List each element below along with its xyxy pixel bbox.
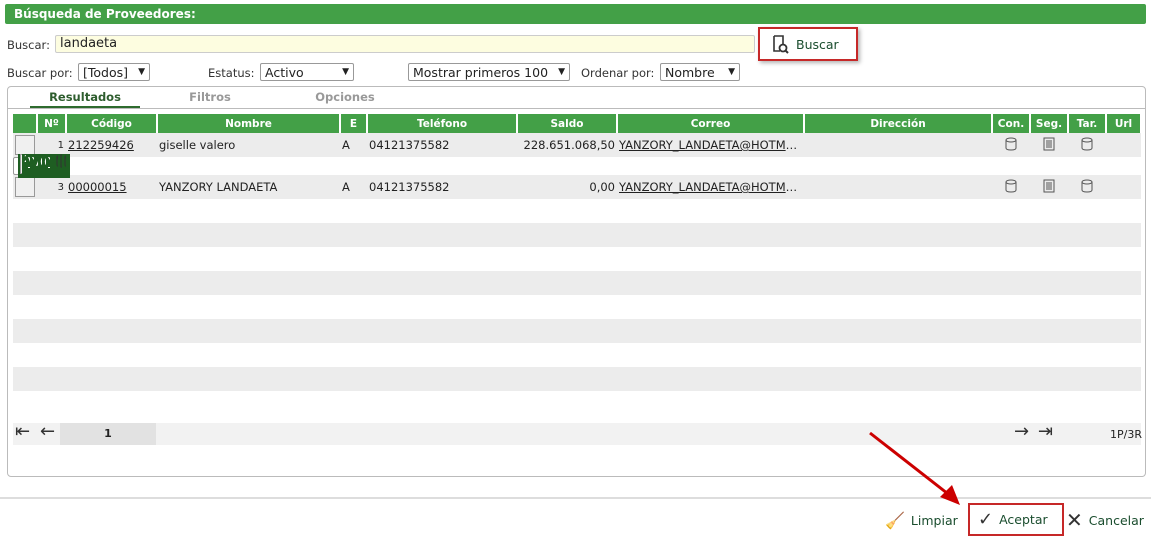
search-button[interactable]: Buscar xyxy=(758,27,858,61)
check-icon: ✓ xyxy=(978,509,994,530)
empty-row xyxy=(13,319,1141,343)
aceptar-label: Aceptar xyxy=(999,512,1048,527)
direccion-cell xyxy=(804,175,992,199)
search-button-label: Buscar xyxy=(796,36,839,52)
codigo-cell[interactable]: 212259426 xyxy=(66,133,157,157)
col-telefono[interactable]: Teléfono xyxy=(367,114,518,133)
tab-resultados[interactable]: Resultados xyxy=(30,90,140,109)
chevron-down-icon: ▼ xyxy=(558,67,565,77)
table-row[interactable]: 1 212259426 giselle valero A 04121375582… xyxy=(13,133,1141,157)
row-checkbox[interactable] xyxy=(13,175,37,199)
table-row[interactable]: 2 V23801450 YANZORY LANDAETA A 041213755… xyxy=(13,154,70,178)
col-select xyxy=(13,114,38,133)
codigo-cell[interactable]: 00000015 xyxy=(66,175,157,199)
empty-row xyxy=(13,247,1141,271)
chevron-down-icon: ▼ xyxy=(138,67,145,77)
empty-row xyxy=(13,391,1141,415)
search-input[interactable]: landaeta xyxy=(55,35,755,53)
col-codigo[interactable]: Código xyxy=(66,114,158,133)
col-nombre[interactable]: Nombre xyxy=(157,114,341,133)
url-cell xyxy=(1106,175,1141,199)
cancelar-button[interactable]: ✕ Cancelar xyxy=(1066,505,1144,535)
nombre-cell: giselle valero xyxy=(157,133,340,157)
saldo-cell: 228.651.068,50 xyxy=(517,133,617,157)
col-direccion[interactable]: Dirección xyxy=(804,114,993,133)
correo-cell[interactable]: YANZORY_LANDAETA@HOTMAI... xyxy=(617,133,804,157)
search-document-icon xyxy=(773,35,789,54)
table-header: Nº Código Nombre E Teléfono Saldo Correo… xyxy=(13,114,1142,133)
first-page-icon[interactable]: ⇤ xyxy=(15,421,30,442)
tarifas-database-icon[interactable] xyxy=(1068,133,1106,157)
telefono-cell: 04121375582 xyxy=(367,175,517,199)
nombre-cell: YANZORY LANDAETA xyxy=(157,175,340,199)
empty-row xyxy=(13,343,1141,367)
empty-row xyxy=(13,367,1141,391)
col-url[interactable]: Url xyxy=(1106,114,1142,133)
pager-bar xyxy=(13,423,1141,445)
pager-summary: 1P/3R xyxy=(1110,428,1142,441)
contacts-database-icon[interactable] xyxy=(992,133,1030,157)
correo-link[interactable]: YANZORY_LANDAETA@HOTMAI... xyxy=(619,138,804,152)
ordenar-label: Ordenar por: xyxy=(581,66,655,80)
estatus-select[interactable]: Activo ▼ xyxy=(260,63,354,81)
chevron-down-icon: ▼ xyxy=(342,67,349,77)
estatus-label: Estatus: xyxy=(208,66,255,80)
empty-row xyxy=(13,271,1141,295)
tab-filtros[interactable]: Filtros xyxy=(160,90,260,104)
empty-row xyxy=(13,199,1141,223)
buscar-por-select[interactable]: [Todos] ▼ xyxy=(78,63,150,81)
seguimiento-document-icon[interactable] xyxy=(1030,133,1068,157)
codigo-link[interactable]: 212259426 xyxy=(68,138,134,152)
correo-cell[interactable]: YANZORY_LANDAETA@HOTMAI... xyxy=(617,175,804,199)
ordenar-value: Nombre xyxy=(665,64,715,80)
codigo-link[interactable]: 00000015 xyxy=(68,180,127,194)
close-icon: ✕ xyxy=(1066,508,1083,532)
direccion-cell xyxy=(804,133,992,157)
col-seg[interactable]: Seg. xyxy=(1030,114,1069,133)
buscar-por-value: [Todos] xyxy=(83,64,129,80)
url-cell xyxy=(66,154,70,178)
search-label: Buscar: xyxy=(7,38,50,52)
buscar-por-label: Buscar por: xyxy=(7,66,73,80)
cancelar-label: Cancelar xyxy=(1088,512,1144,528)
telefono-cell: 04121375582 xyxy=(367,133,517,157)
chevron-down-icon: ▼ xyxy=(728,67,735,77)
correo-link[interactable]: YANZORY_LANDAETA@HOTMAI... xyxy=(619,180,804,194)
ordenar-select[interactable]: Nombre ▼ xyxy=(660,63,740,81)
estatus-value: Activo xyxy=(265,64,304,80)
annotation-arrow-icon xyxy=(869,431,960,505)
tab-divider xyxy=(8,108,1145,109)
page-number[interactable]: 1 xyxy=(60,423,156,445)
dialog-title: Búsqueda de Proveedores: xyxy=(5,4,1146,24)
col-con[interactable]: Con. xyxy=(992,114,1031,133)
saldo-cell: 0,00 xyxy=(517,175,617,199)
contacts-database-icon[interactable] xyxy=(992,175,1030,199)
col-saldo[interactable]: Saldo xyxy=(517,114,618,133)
results-table: Nº Código Nombre E Teléfono Saldo Correo… xyxy=(13,114,1142,415)
tab-opciones[interactable]: Opciones xyxy=(290,90,400,104)
tarifas-database-icon[interactable] xyxy=(1068,175,1106,199)
mostrar-select[interactable]: Mostrar primeros 100 ▼ xyxy=(408,63,570,81)
aceptar-button[interactable]: ✓ Aceptar xyxy=(968,503,1064,536)
estatus-cell: A xyxy=(340,175,367,199)
col-e[interactable]: E xyxy=(340,114,368,133)
col-tar[interactable]: Tar. xyxy=(1068,114,1107,133)
table-row[interactable]: 3 00000015 YANZORY LANDAETA A 0412137558… xyxy=(13,175,1141,199)
col-correo[interactable]: Correo xyxy=(617,114,805,133)
empty-row xyxy=(13,295,1141,319)
seguimiento-document-icon[interactable] xyxy=(1030,175,1068,199)
empty-row xyxy=(13,223,1141,247)
last-page-icon[interactable]: ⇥ xyxy=(1038,421,1053,442)
col-n[interactable]: Nº xyxy=(37,114,67,133)
url-cell xyxy=(1106,133,1141,157)
estatus-cell: A xyxy=(340,133,367,157)
next-page-icon[interactable]: → xyxy=(1014,421,1029,442)
mostrar-value: Mostrar primeros 100 xyxy=(413,64,549,80)
row-number: 3 xyxy=(37,175,66,199)
footer-divider xyxy=(0,497,1151,499)
prev-page-icon[interactable]: ← xyxy=(40,421,55,442)
